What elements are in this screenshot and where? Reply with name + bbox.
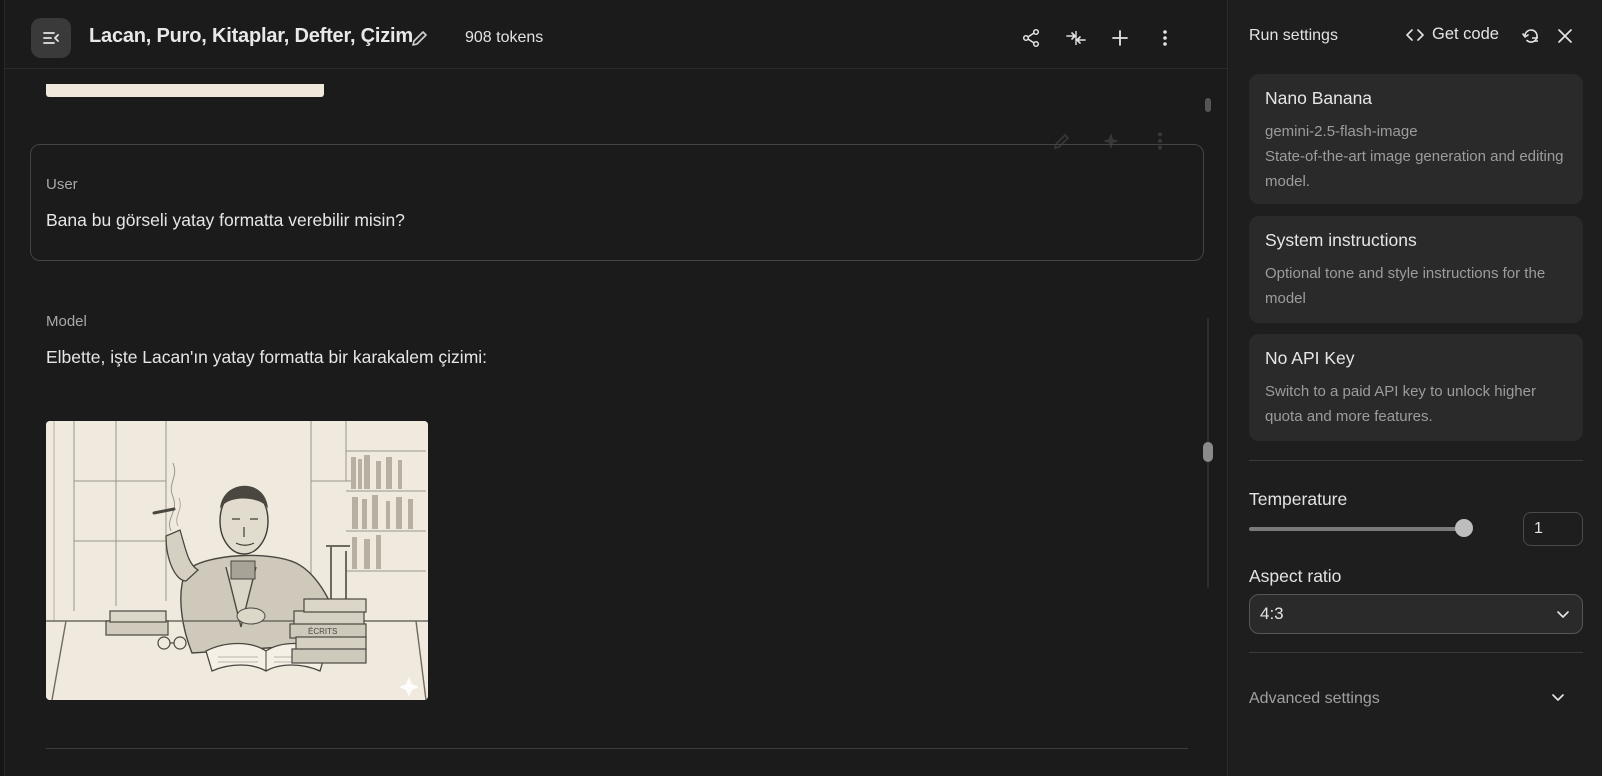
- temperature-slider[interactable]: [1249, 527, 1464, 531]
- sketch-illustration: ÉCRITS: [46, 421, 428, 700]
- menu-collapse-icon: [43, 32, 59, 44]
- system-instructions-card[interactable]: System instructions Optional tone and st…: [1249, 216, 1583, 323]
- message-divider: [46, 748, 1188, 749]
- more-options-button[interactable]: [1153, 26, 1177, 50]
- aspect-ratio-label: Aspect ratio: [1249, 566, 1342, 586]
- model-id: gemini-2.5-flash-image: [1265, 123, 1418, 140]
- advanced-chevron-down-icon[interactable]: [1549, 688, 1567, 706]
- settings-divider-2: [1249, 652, 1583, 653]
- chevron-down-icon: [1557, 611, 1569, 618]
- edit-title-button[interactable]: [409, 27, 431, 49]
- api-key-title: No API Key: [1265, 348, 1355, 368]
- share-icon: [1022, 28, 1040, 48]
- close-panel-button[interactable]: [1553, 24, 1577, 48]
- model-selector-card[interactable]: Nano Banana gemini-2.5-flash-image State…: [1249, 74, 1583, 204]
- previous-image-thumbnail[interactable]: [46, 84, 324, 97]
- compare-button[interactable]: [1064, 26, 1088, 50]
- model-role-label: Model: [46, 313, 87, 330]
- api-key-card[interactable]: No API Key Switch to a paid API key to u…: [1249, 334, 1583, 441]
- user-role-label: User: [46, 176, 78, 193]
- advanced-settings-toggle[interactable]: Advanced settings: [1249, 690, 1380, 708]
- model-name: Nano Banana: [1265, 88, 1373, 108]
- settings-divider-1: [1249, 460, 1583, 461]
- scroll-marker-top[interactable]: [1205, 98, 1211, 112]
- scrollbar-thumb[interactable]: [1203, 442, 1213, 462]
- model-message-text: Elbette, işte Lacan'ın yatay formatta bi…: [46, 347, 488, 367]
- run-settings-panel: Run settings Get code Nano Banana gemini…: [1229, 0, 1602, 776]
- compare-arrows-icon: [1066, 31, 1086, 45]
- reset-settings-button[interactable]: [1519, 24, 1543, 48]
- temperature-label: Temperature: [1249, 489, 1348, 509]
- model-description: State-of-the-art image generation and ed…: [1265, 148, 1564, 190]
- system-instructions-description: Optional tone and style instructions for…: [1265, 265, 1546, 307]
- share-button[interactable]: [1019, 26, 1043, 50]
- generated-image[interactable]: ÉCRITS: [46, 421, 428, 700]
- get-code-label: Get code: [1432, 25, 1499, 43]
- token-count: 908 tokens: [465, 29, 544, 46]
- more-vert-icon: [1163, 30, 1167, 46]
- pencil-icon: [412, 31, 427, 46]
- temperature-input[interactable]: [1523, 512, 1583, 546]
- aspect-ratio-value: 4:3: [1260, 604, 1284, 623]
- temperature-slider-handle[interactable]: [1455, 519, 1473, 537]
- plus-icon: [1112, 30, 1128, 46]
- reset-settings-icon: [1522, 29, 1538, 43]
- run-settings-title: Run settings: [1249, 27, 1338, 44]
- book-spine-label: ÉCRITS: [308, 627, 337, 636]
- code-icon: [1406, 28, 1424, 41]
- aspect-ratio-select[interactable]: 4:3: [1249, 594, 1583, 634]
- api-key-description: Switch to a paid API key to unlock highe…: [1265, 383, 1536, 425]
- toggle-sidebar-button[interactable]: [31, 18, 71, 58]
- system-instructions-title: System instructions: [1265, 230, 1417, 250]
- user-message-card: [30, 144, 1204, 261]
- left-edge-rail: [0, 0, 5, 776]
- top-bar: Lacan, Puro, Kitaplar, Defter, Çizim 908…: [5, 0, 1227, 69]
- close-icon: [1558, 29, 1572, 43]
- new-chat-button[interactable]: [1108, 26, 1132, 50]
- get-code-button[interactable]: Get code: [1406, 25, 1499, 44]
- chat-area: Lacan, Puro, Kitaplar, Defter, Çizim 908…: [0, 0, 1228, 776]
- user-message-text: Bana bu görseli yatay formatta verebilir…: [46, 210, 405, 230]
- prompt-title: Lacan, Puro, Kitaplar, Defter, Çizim: [89, 25, 414, 47]
